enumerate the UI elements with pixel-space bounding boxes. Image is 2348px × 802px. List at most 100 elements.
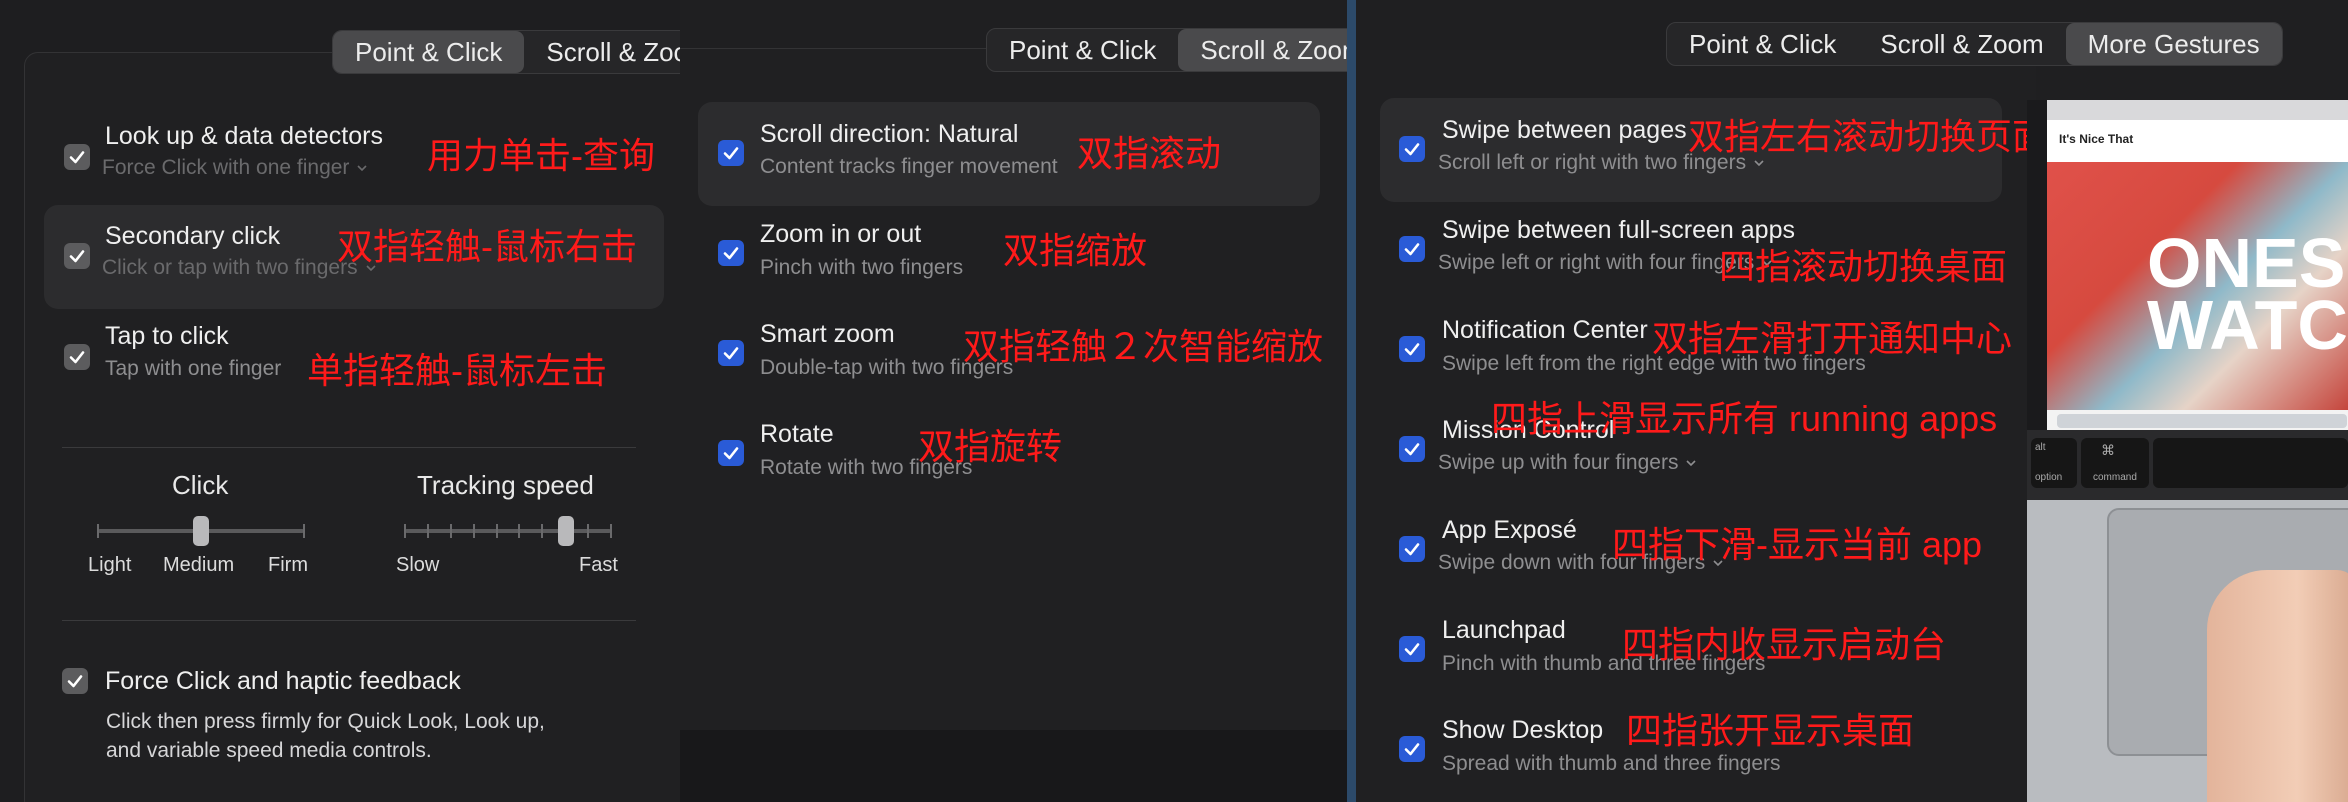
dock [2057, 414, 2347, 428]
mission-control-subtitle[interactable]: Swipe up with four fingers [1438, 451, 1697, 475]
click-slider-thumb[interactable] [193, 516, 209, 546]
app-expose-checkbox[interactable] [1399, 536, 1425, 562]
annotation-launchpad: 四指内收显示启动台 [1622, 624, 1947, 665]
tap-to-click-title: Tap to click [105, 322, 229, 350]
composite-screenshot: Point & Click Scroll & Zoom Look up & da… [0, 0, 2348, 802]
scroll-direction-row [698, 102, 1320, 206]
checkmark-icon [1404, 743, 1420, 756]
slider-tick [473, 524, 475, 538]
checkmark-icon [723, 347, 739, 360]
force-click-checkbox[interactable] [62, 668, 88, 694]
tap-to-click-checkbox[interactable] [64, 344, 90, 370]
checkmark-icon [67, 675, 83, 688]
tracking-label-slow: Slow [396, 554, 440, 576]
hero-headline: ONES WATC [2147, 224, 2348, 364]
hero-headline-line-2: WATC [2147, 286, 2348, 364]
launchpad-checkbox[interactable] [1399, 636, 1425, 662]
space-bar [2153, 438, 2348, 488]
click-label-light: Light [88, 554, 132, 576]
keyboard-row: alt option ⌘ command [2027, 430, 2348, 500]
tab-point-click[interactable]: Point & Click [987, 29, 1178, 71]
tracking-slider-thumb[interactable] [557, 516, 574, 546]
slider-tick [496, 524, 498, 538]
annotation-scroll: 双指滚动 [1077, 133, 1222, 174]
mission-control-checkbox[interactable] [1399, 436, 1425, 462]
look-up-checkbox[interactable] [64, 144, 90, 170]
site-hero-image: ONES WATC [2047, 162, 2348, 410]
command-key: ⌘ command [2081, 438, 2149, 488]
annotation-notification-center: 双指左滑打开通知中心 [1652, 318, 2013, 359]
hero-headline-line-1: ONES [2147, 224, 2346, 302]
divider [62, 447, 636, 448]
app-expose-title: App Exposé [1442, 516, 1577, 544]
checkmark-icon [1404, 443, 1420, 456]
slider-tick [518, 524, 520, 538]
option-key: alt option [2031, 438, 2077, 488]
tab-scroll-zoom[interactable]: Scroll & Zoom [524, 31, 680, 73]
checkmark-icon [1404, 143, 1420, 156]
tab-bar: Point & Click Scroll & Zoom [986, 28, 1347, 72]
site-header: It's Nice That [2047, 120, 2348, 162]
tab-scroll-zoom[interactable]: Scroll & Zoom [1858, 23, 2065, 65]
key-command-label: command [2093, 472, 2137, 483]
scroll-direction-title: Scroll direction: Natural [760, 120, 1019, 148]
tab-more-gestures[interactable]: More Gestures [2065, 23, 2282, 65]
checkmark-icon [723, 447, 739, 460]
tracking-label-fast: Fast [579, 554, 618, 576]
tracking-slider-track[interactable] [405, 529, 611, 533]
annotation-secondary-click: 双指轻触-鼠标右击 [337, 226, 637, 267]
secondary-click-title: Secondary click [105, 222, 281, 250]
force-click-title: Force Click and haptic feedback [105, 667, 461, 695]
annotation-look-up: 用力单击-查询 [427, 135, 655, 176]
zoom-checkbox[interactable] [718, 240, 744, 266]
background-strip [1347, 0, 1356, 802]
annotation-swipe-pages: 双指左右滚动切换页面 [1688, 116, 2049, 157]
checkmark-icon [1404, 343, 1420, 356]
annotation-zoom: 双指缩放 [1003, 230, 1148, 271]
panel-bottom [680, 730, 1347, 802]
point-click-panel: Point & Click Scroll & Zoom Look up & da… [0, 0, 680, 802]
slider-tick [303, 524, 305, 538]
show-desktop-subtitle: Spread with thumb and three fingers [1442, 752, 1781, 775]
laptop-palmrest [2027, 500, 2348, 802]
slider-tick [427, 524, 429, 538]
laptop-photo: It's Nice That ONES WATC alt option ⌘ co… [2027, 100, 2348, 802]
smart-zoom-checkbox[interactable] [718, 340, 744, 366]
slider-tick [450, 524, 452, 538]
slider-tick [404, 524, 406, 538]
force-click-desc-1: Click then press firmly for Quick Look, … [106, 710, 545, 733]
zoom-title: Zoom in or out [760, 220, 922, 248]
tracking-slider-title: Tracking speed [417, 470, 594, 500]
tab-point-click[interactable]: Point & Click [333, 31, 525, 73]
tab-point-click[interactable]: Point & Click [1667, 23, 1858, 65]
swipe-fullscreen-checkbox[interactable] [1399, 236, 1425, 262]
checkmark-icon [69, 351, 85, 364]
click-slider-title: Click [172, 470, 229, 500]
chevron-down-icon [357, 165, 368, 172]
key-alt-label: alt [2035, 442, 2046, 453]
divider [62, 620, 636, 621]
slider-tick [587, 524, 589, 538]
hand [2207, 570, 2348, 802]
secondary-click-checkbox[interactable] [64, 243, 90, 269]
tap-to-click-subtitle: Tap with one finger [105, 357, 282, 380]
tab-scroll-zoom[interactable]: Scroll & Zoom [1178, 29, 1347, 71]
checkmark-icon [723, 247, 739, 260]
annotation-app-expose: 四指下滑-显示当前 app [1612, 524, 1983, 565]
look-up-subtitle[interactable]: Force Click with one finger [102, 156, 368, 180]
annotation-tap-to-click: 单指轻触-鼠标左击 [307, 350, 607, 391]
show-desktop-checkbox[interactable] [1399, 736, 1425, 762]
rotate-checkbox[interactable] [718, 440, 744, 466]
scroll-direction-subtitle: Content tracks finger movement [760, 155, 1058, 178]
notification-center-checkbox[interactable] [1399, 336, 1425, 362]
secondary-click-subtitle[interactable]: Click or tap with two fingers [102, 256, 376, 280]
annotation-swipe-fullscreen: 四指滚动切换桌面 [1719, 246, 2008, 287]
swipe-pages-checkbox[interactable] [1399, 136, 1425, 162]
checkmark-icon [723, 147, 739, 160]
click-label-medium: Medium [163, 554, 235, 576]
force-click-desc-2: and variable speed media controls. [106, 739, 432, 762]
slider-tick [610, 524, 612, 538]
notification-center-title: Notification Center [1442, 316, 1648, 344]
scroll-direction-checkbox[interactable] [718, 140, 744, 166]
annotation-show-desktop: 四指张开显示桌面 [1626, 710, 1915, 751]
